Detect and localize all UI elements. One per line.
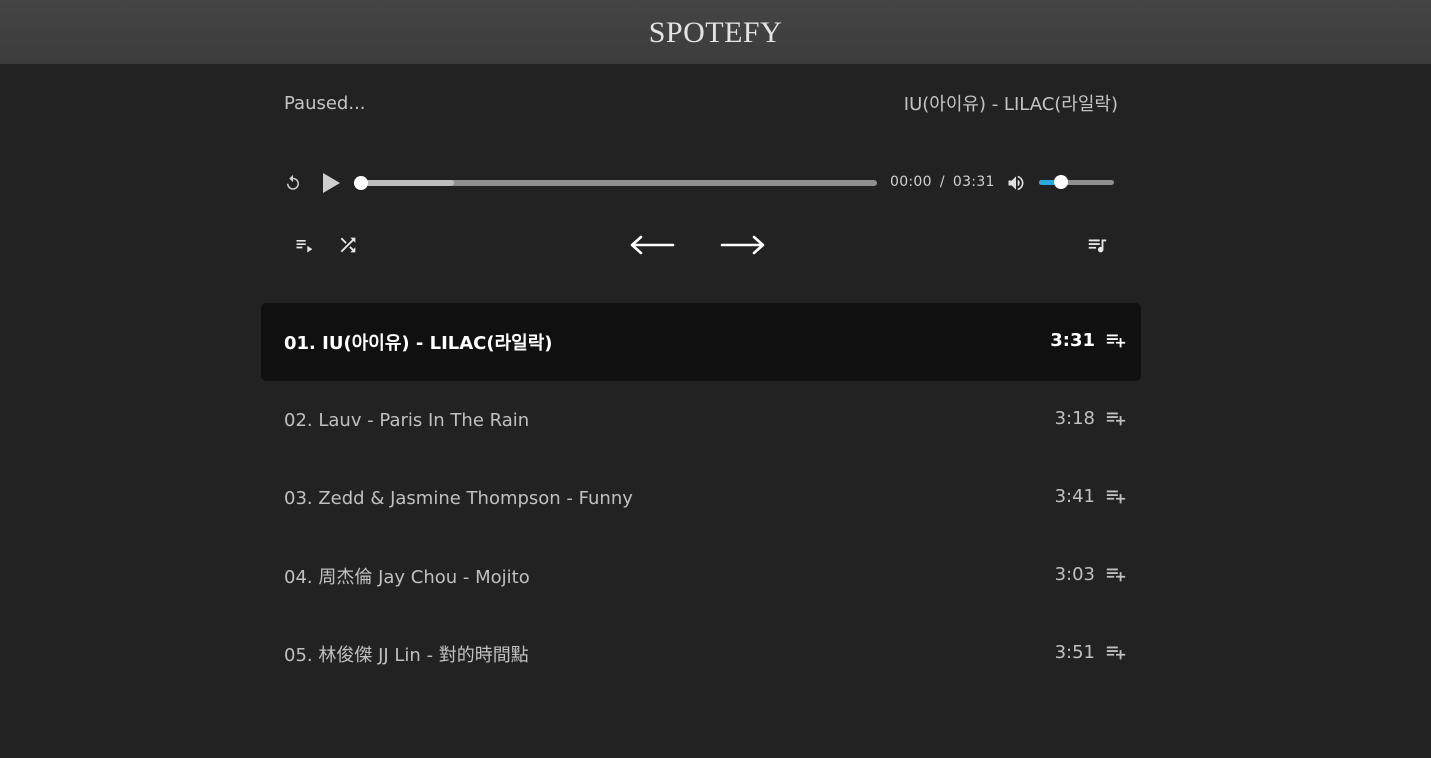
playback-controls: 00:00 / 03:31 [281, 168, 1121, 198]
playlist-add-icon[interactable] [1103, 485, 1129, 507]
track-title: 01. IU(아이유) - LILAC(라일락) [284, 333, 553, 354]
track-title: 04. 周杰倫 Jay Chou - Mojito [284, 567, 530, 588]
volume-slider[interactable] [1039, 175, 1114, 189]
track-duration: 3:41 [1054, 486, 1095, 507]
arrow-right-icon[interactable] [720, 233, 766, 257]
shuffle-icon[interactable] [337, 234, 359, 256]
progress-bar[interactable] [354, 176, 877, 190]
total-time: 03:31 [952, 174, 995, 190]
track-duration: 3:18 [1054, 408, 1095, 429]
playlist-add-icon[interactable] [1103, 329, 1129, 351]
app-title: SPOTEFY [648, 16, 783, 49]
current-time: 00:00 [890, 174, 932, 190]
status-row: Paused... IU(아이유) - LILAC(라일락) [284, 90, 1118, 116]
track-duration: 3:51 [1054, 642, 1095, 663]
progress-buffer [361, 180, 454, 186]
playlist-add-icon[interactable] [1103, 563, 1129, 585]
track-list: 01. IU(아이유) - LILAC(라일락) 3:31 02. Lauv -… [261, 303, 1141, 693]
track-duration: 3:31 [1050, 330, 1095, 351]
play-icon[interactable] [319, 172, 343, 194]
app-header: SPOTEFY [0, 0, 1431, 64]
time-separator: / [939, 174, 945, 190]
track-title: 02. Lauv - Paris In The Rain [284, 409, 530, 431]
track-row[interactable]: 04. 周杰倫 Jay Chou - Mojito 3:03 [261, 537, 1141, 615]
track-row[interactable]: 05. 林俊傑 JJ Lin - 對的時間點 3:51 [261, 615, 1141, 693]
playlist-play-icon[interactable] [293, 234, 315, 256]
track-row[interactable]: 01. IU(아이유) - LILAC(라일락) 3:31 [261, 303, 1141, 381]
volume-thumb[interactable] [1053, 175, 1068, 189]
queue-music-icon[interactable] [1085, 234, 1109, 256]
track-duration: 3:03 [1054, 564, 1095, 585]
replay-icon[interactable] [283, 173, 303, 193]
playlist-add-icon[interactable] [1103, 407, 1129, 429]
progress-thumb[interactable] [354, 176, 368, 190]
track-title: 05. 林俊傑 JJ Lin - 對的時間點 [284, 645, 529, 666]
track-row[interactable]: 02. Lauv - Paris In The Rain 3:18 [261, 381, 1141, 459]
player-panel: Paused... IU(아이유) - LILAC(라일락) 00:00 / 03:… [261, 64, 1141, 758]
track-title: 03. Zedd & Jasmine Thompson - Funny [284, 487, 633, 509]
playlist-add-icon[interactable] [1103, 641, 1129, 663]
track-row[interactable]: 03. Zedd & Jasmine Thompson - Funny 3:41 [261, 459, 1141, 537]
time-display: 00:00 / 03:31 [890, 174, 995, 190]
arrow-left-icon[interactable] [629, 233, 675, 257]
playback-status: Paused... [284, 92, 366, 114]
volume-icon[interactable] [1004, 173, 1028, 193]
now-playing-title: IU(아이유) - LILAC(라일락) [903, 94, 1118, 115]
